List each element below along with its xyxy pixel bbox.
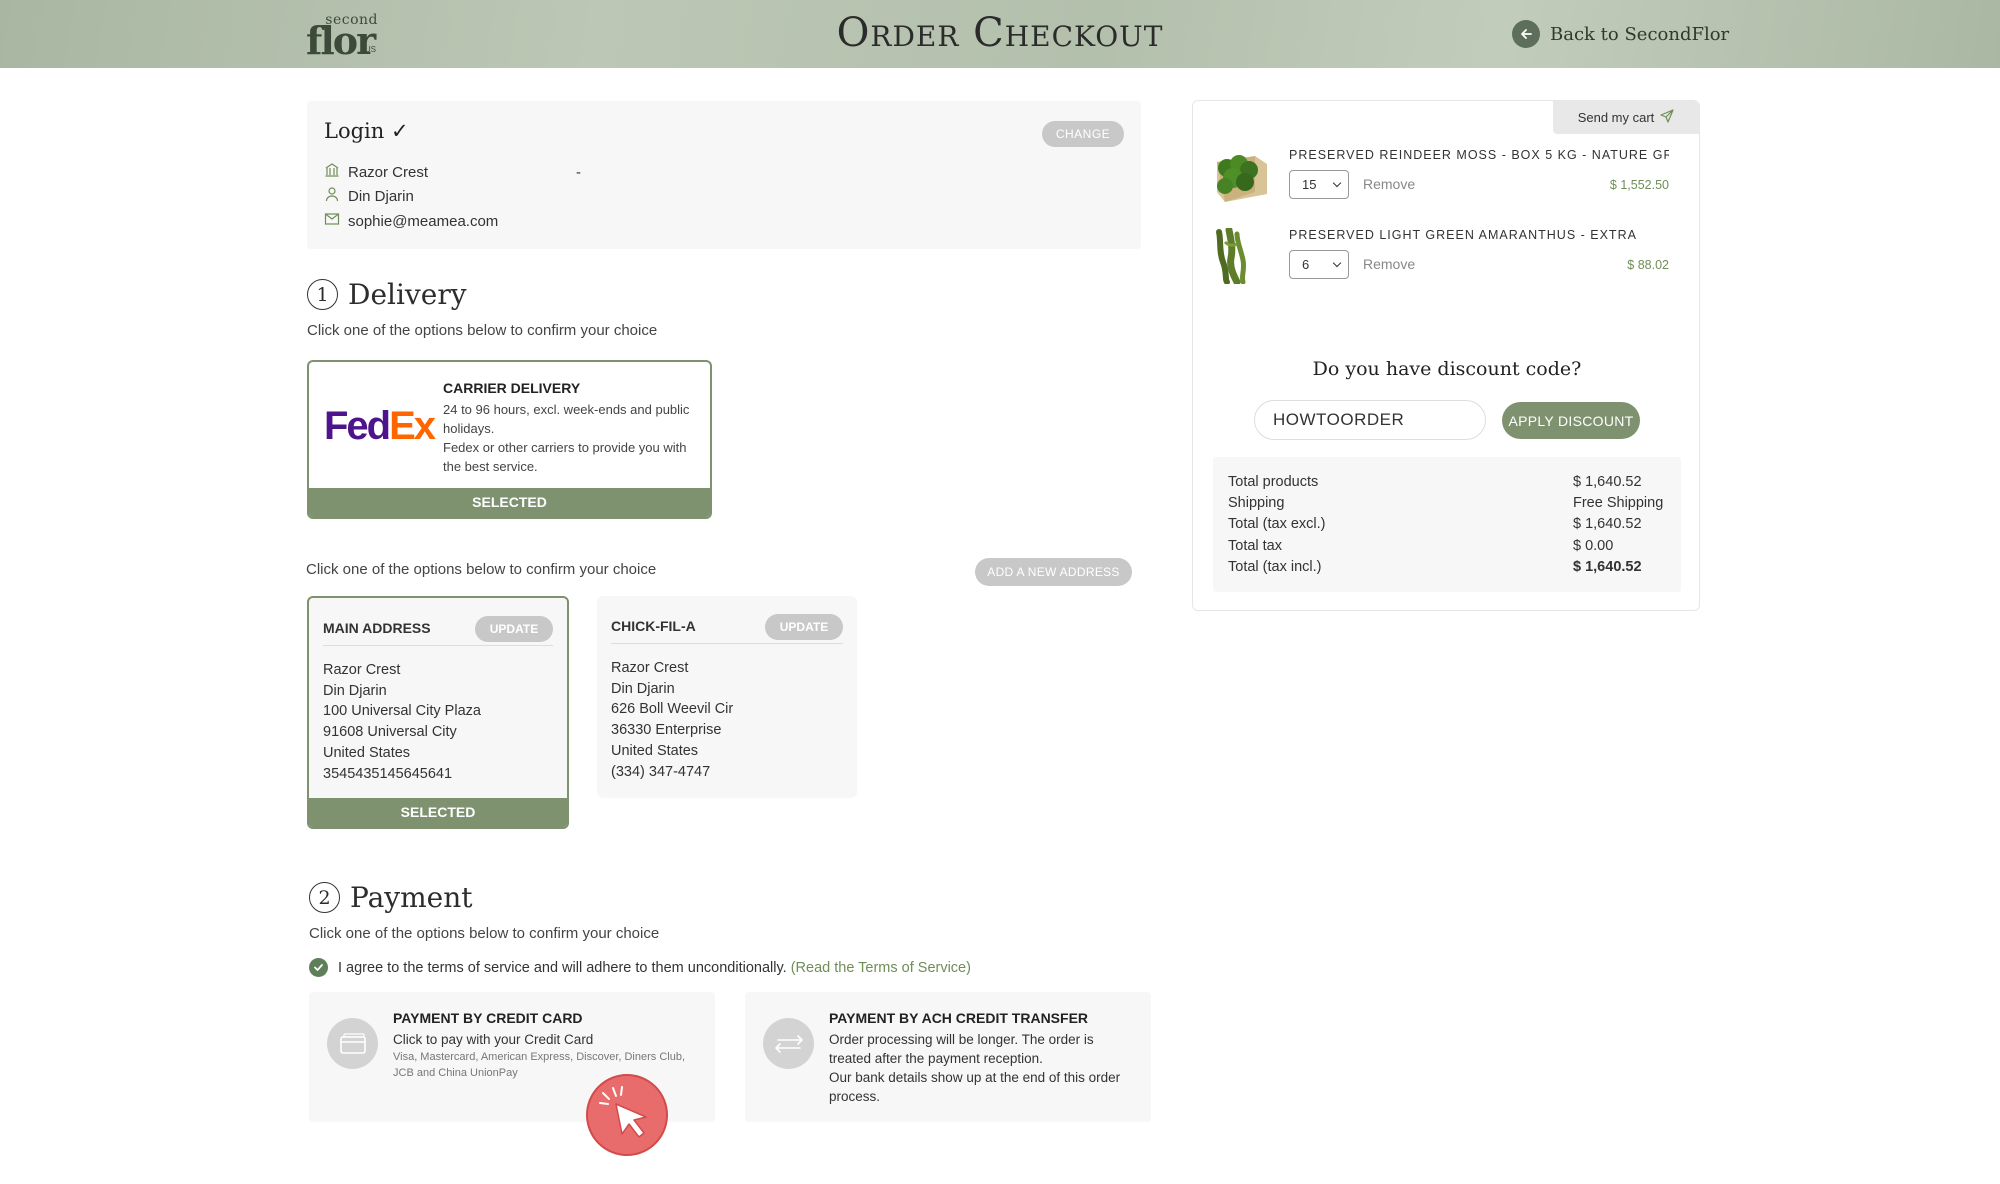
- login-email: sophie@meamea.com: [348, 212, 499, 230]
- chevron-down-icon: [1332, 178, 1342, 188]
- address-hint: Click one of the options below to confir…: [306, 561, 657, 578]
- discount-code-input[interactable]: [1254, 400, 1486, 440]
- login-company-row: Razor Crest -: [324, 162, 581, 182]
- add-new-address-button[interactable]: ADD A NEW ADDRESS: [975, 558, 1132, 586]
- remove-item-link[interactable]: Remove: [1363, 176, 1415, 192]
- remove-item-link[interactable]: Remove: [1363, 256, 1415, 272]
- mail-icon: [324, 211, 340, 231]
- address-selected-bar: SELECTED: [309, 798, 567, 827]
- chick-fil-a-address-card[interactable]: CHICK-FIL-A UPDATE Razor Crest Din Djari…: [597, 596, 857, 798]
- change-login-button[interactable]: CHANGE: [1042, 121, 1124, 147]
- ach-title: PAYMENT BY ACH CREDIT TRANSFER: [829, 1010, 1089, 1026]
- header: second flor US Order Checkout Back to Se…: [0, 0, 2000, 68]
- cart-item-name: PRESERVED LIGHT GREEN AMARANTHUS - EXTRA: [1289, 228, 1637, 242]
- login-name: Din Djarin: [348, 187, 414, 205]
- cart-item-price: $ 88.02: [1627, 258, 1669, 272]
- credit-card-desc: Click to pay with your Credit Card: [393, 1032, 594, 1047]
- user-icon: [324, 186, 340, 206]
- login-title: Login ✓: [324, 119, 409, 143]
- back-link-label: Back to SecondFlor: [1550, 23, 1730, 45]
- send-cart-label: Send my cart: [1577, 110, 1655, 125]
- address-card-header: CHICK-FIL-A UPDATE: [611, 614, 843, 644]
- cart-item: PRESERVED REINDEER MOSS - BOX 5 KG - NAT…: [1213, 148, 1683, 218]
- cart-item: PRESERVED LIGHT GREEN AMARANTHUS - EXTRA…: [1213, 226, 1683, 298]
- reindeer-moss-thumbnail: [1213, 148, 1269, 204]
- amaranthus-thumbnail: [1213, 226, 1269, 286]
- bank-icon: [324, 162, 340, 182]
- address-lines: Razor Crest Din Djarin 626 Boll Weevil C…: [611, 660, 734, 780]
- address-name: MAIN ADDRESS: [323, 620, 431, 636]
- carrier-delivery-title: CARRIER DELIVERY: [443, 380, 581, 396]
- cart-item-name: PRESERVED REINDEER MOSS - BOX 5 KG - NAT…: [1289, 148, 1669, 162]
- checkmark-icon[interactable]: [309, 958, 328, 977]
- login-email-row: sophie@meamea.com: [324, 211, 498, 231]
- step-number: 2: [309, 882, 340, 913]
- pay-by-ach-option[interactable]: PAYMENT BY ACH CREDIT TRANSFER Order pro…: [745, 992, 1151, 1122]
- delivery-hint: Click one of the options below to confir…: [307, 322, 658, 339]
- order-totals: Total products $ 1,640.52 Shipping Free Sh…: [1213, 457, 1681, 592]
- fedex-logo: FedEx: [324, 404, 436, 448]
- carrier-delivery-option[interactable]: FedEx CARRIER DELIVERY 24 to 96 hours, e…: [307, 360, 712, 519]
- chevron-down-icon: [1332, 258, 1342, 268]
- quantity-select[interactable]: 15: [1289, 170, 1349, 199]
- payment-hint: Click one of the options below to confir…: [309, 925, 660, 942]
- address-lines: Razor Crest Din Djarin 100 Universal Cit…: [323, 662, 481, 782]
- credit-card-title: PAYMENT BY CREDIT CARD: [393, 1010, 583, 1026]
- terms-of-service-link[interactable]: (Read the Terms of Service): [791, 960, 971, 976]
- arrow-left-icon: [1512, 20, 1540, 48]
- cart-item-price: $ 1,552.50: [1609, 178, 1669, 192]
- terms-text: I agree to the terms of service and will…: [338, 959, 971, 976]
- login-name-row: Din Djarin: [324, 186, 414, 206]
- cart-summary-panel: Send my cart PRESERVED REINDEER MOSS - B…: [1192, 100, 1700, 611]
- transfer-arrows-icon: [763, 1018, 814, 1069]
- back-to-shop-link[interactable]: Back to SecondFlor: [1512, 20, 1729, 48]
- delivery-section-title: 1 Delivery: [307, 278, 467, 311]
- update-other-address-button[interactable]: UPDATE: [765, 614, 843, 640]
- update-main-address-button[interactable]: UPDATE: [475, 616, 553, 642]
- delivery-title: Delivery: [348, 278, 467, 311]
- login-summary: Login ✓ CHANGE Razor Crest - Din Djarin …: [307, 101, 1141, 249]
- step-number: 1: [307, 279, 338, 310]
- terms-agreement[interactable]: I agree to the terms of service and will…: [309, 958, 971, 977]
- credit-card-icon: [327, 1018, 378, 1069]
- address-name: CHICK-FIL-A: [611, 618, 696, 634]
- login-company-extra: -: [576, 163, 582, 181]
- paper-plane-icon: [1660, 109, 1674, 126]
- send-my-cart-button[interactable]: Send my cart: [1553, 101, 1699, 134]
- ach-desc: Order processing will be longer. The ord…: [829, 1032, 1121, 1104]
- login-company: Razor Crest: [348, 163, 429, 181]
- apply-discount-button[interactable]: APPLY DISCOUNT: [1502, 402, 1640, 439]
- payment-section-title: 2 Payment: [309, 881, 473, 914]
- main-address-card[interactable]: MAIN ADDRESS UPDATE Razor Crest Din Djar…: [307, 596, 569, 829]
- carrier-delivery-desc: 24 to 96 hours, excl. week-ends and publ…: [443, 402, 690, 474]
- click-indicator: [586, 1074, 668, 1156]
- discount-question: Do you have discount code?: [1312, 358, 1582, 380]
- delivery-selected-bar: SELECTED: [309, 488, 710, 517]
- payment-title: Payment: [350, 881, 473, 914]
- quantity-select[interactable]: 6: [1289, 250, 1349, 279]
- address-card-header: MAIN ADDRESS UPDATE: [323, 616, 553, 646]
